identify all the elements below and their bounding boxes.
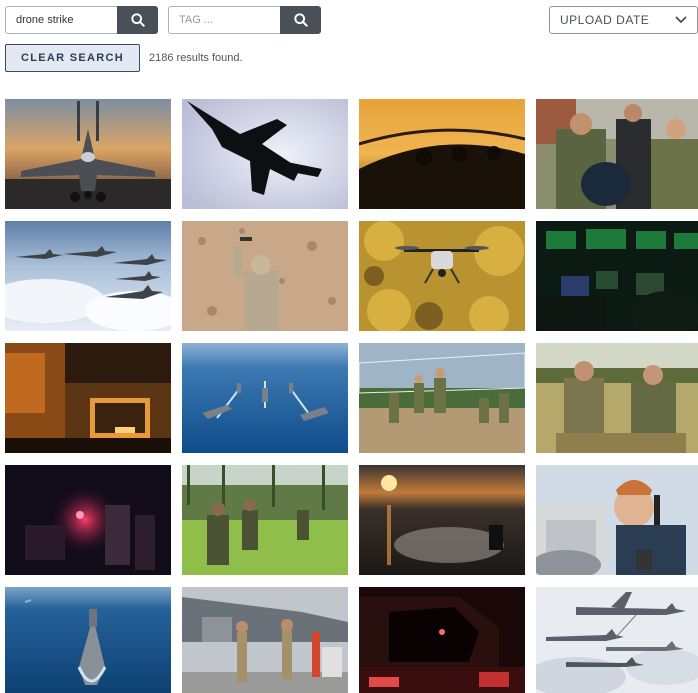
image-thumbnail-soldiers-grass[interactable] (182, 465, 348, 575)
image-thumbnail-warship[interactable] (5, 587, 171, 693)
image-thumbnail-ship-hangar[interactable] (5, 343, 171, 453)
sort-dropdown-label: UPLOAD DATE (560, 13, 650, 27)
chevron-down-icon (675, 16, 687, 24)
image-thumbnail-volleyball[interactable] (359, 343, 525, 453)
image-thumbnail-drone-autumn[interactable] (359, 221, 525, 331)
image-thumbnail-cockpit-sunset[interactable] (359, 99, 525, 209)
keyword-search-group (5, 6, 158, 34)
sort-dropdown[interactable]: UPLOAD DATE (549, 6, 698, 34)
tag-search-group (168, 6, 321, 34)
image-thumbnail-aerial-refueling[interactable] (536, 587, 698, 693)
image-thumbnail-jet-silhouette[interactable] (182, 99, 348, 209)
search-icon (293, 13, 308, 27)
image-thumbnail-fighter-jet-runway[interactable] (5, 99, 171, 209)
keyword-search-input[interactable] (5, 6, 117, 34)
tag-search-input[interactable] (168, 6, 280, 34)
image-thumbnail-sunset-ocean[interactable] (359, 465, 525, 575)
results-count: 2186 results found. (149, 52, 243, 64)
image-thumbnail-red-cockpit[interactable] (359, 587, 525, 693)
image-thumbnail-jets-formation[interactable] (5, 221, 171, 331)
image-thumbnail-jet-maintenance[interactable] (182, 587, 348, 693)
image-grid (5, 99, 698, 693)
keyword-search-button[interactable] (117, 6, 158, 34)
image-thumbnail-soldiers-resting[interactable] (536, 343, 698, 453)
image-thumbnail-ships-ocean[interactable] (182, 343, 348, 453)
clear-search-button[interactable]: CLEAR SEARCH (5, 44, 140, 72)
search-icon (130, 13, 145, 27)
image-thumbnail-sailor-binoculars[interactable] (536, 465, 698, 575)
image-thumbnail-soldiers-medical[interactable] (536, 99, 698, 209)
image-thumbnail-soldier-desert[interactable] (182, 221, 348, 331)
image-thumbnail-cockpit-green[interactable] (536, 221, 698, 331)
tag-search-button[interactable] (280, 6, 321, 34)
image-thumbnail-night-red-light[interactable] (5, 465, 171, 575)
